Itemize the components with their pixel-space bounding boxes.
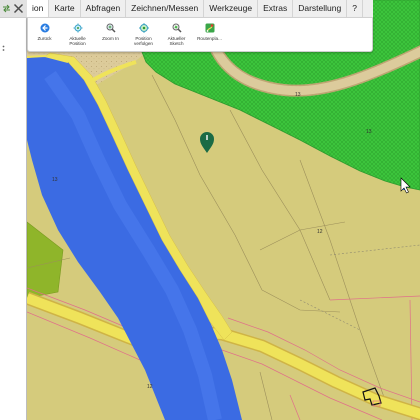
panel-more-icon — [2, 45, 5, 51]
parcel-label: 12 — [147, 384, 153, 390]
current-sketch-icon — [172, 23, 182, 33]
close-icon[interactable] — [13, 3, 24, 14]
track-position-label: Position verfolgen — [134, 36, 153, 46]
track-position-button[interactable]: Position verfolgen — [127, 18, 160, 51]
zoom-in-icon — [106, 23, 116, 33]
parcel-label: 13 — [366, 129, 372, 135]
current-sketch-label: Aktueller Sketch — [167, 36, 186, 46]
tab-help[interactable]: ? — [347, 0, 363, 17]
back-button-label: Zurück — [37, 36, 52, 41]
side-panel — [0, 18, 27, 420]
tab-zeichnen-messen[interactable]: Zeichnen/Messen — [126, 0, 205, 17]
track-position-icon — [138, 23, 149, 33]
current-position-label: Aktuelle Position — [69, 36, 86, 46]
collapse-panel-icon[interactable] — [2, 4, 11, 13]
tab-abfragen[interactable]: Abfragen — [81, 0, 127, 17]
route-planner-button[interactable]: Routenpla... — [193, 18, 226, 51]
back-button[interactable]: Zurück — [28, 18, 61, 51]
parcel-label: 13 — [295, 92, 301, 98]
tab-navigation[interactable]: ion — [27, 0, 50, 17]
parcel-label: 13 — [52, 177, 58, 183]
zoom-in-button[interactable]: Zoom In — [94, 18, 127, 51]
navigation-ribbon: Zurück Aktuelle Position Zoom In Positio… — [27, 18, 373, 52]
route-planner-label: Routenpla... — [197, 36, 222, 41]
panel-controls — [0, 0, 27, 18]
zoom-in-label: Zoom In — [102, 36, 119, 41]
tab-darstellung[interactable]: Darstellung — [293, 0, 348, 17]
current-sketch-button[interactable]: Aktueller Sketch — [160, 18, 193, 51]
route-planner-icon — [205, 23, 214, 33]
tab-werkzeuge[interactable]: Werkzeuge — [204, 0, 259, 17]
current-position-button[interactable]: Aktuelle Position — [61, 18, 94, 51]
tab-karte[interactable]: Karte — [49, 0, 81, 17]
parcel-label: 12 — [317, 229, 323, 235]
map-view[interactable]: 13 13 13 12 12 — [27, 0, 420, 420]
menu-tabs: ion Karte Abfragen Zeichnen/Messen Werkz… — [27, 0, 373, 18]
tab-extras[interactable]: Extras — [258, 0, 294, 17]
back-arrow-icon — [40, 23, 49, 33]
current-position-icon — [73, 23, 82, 33]
